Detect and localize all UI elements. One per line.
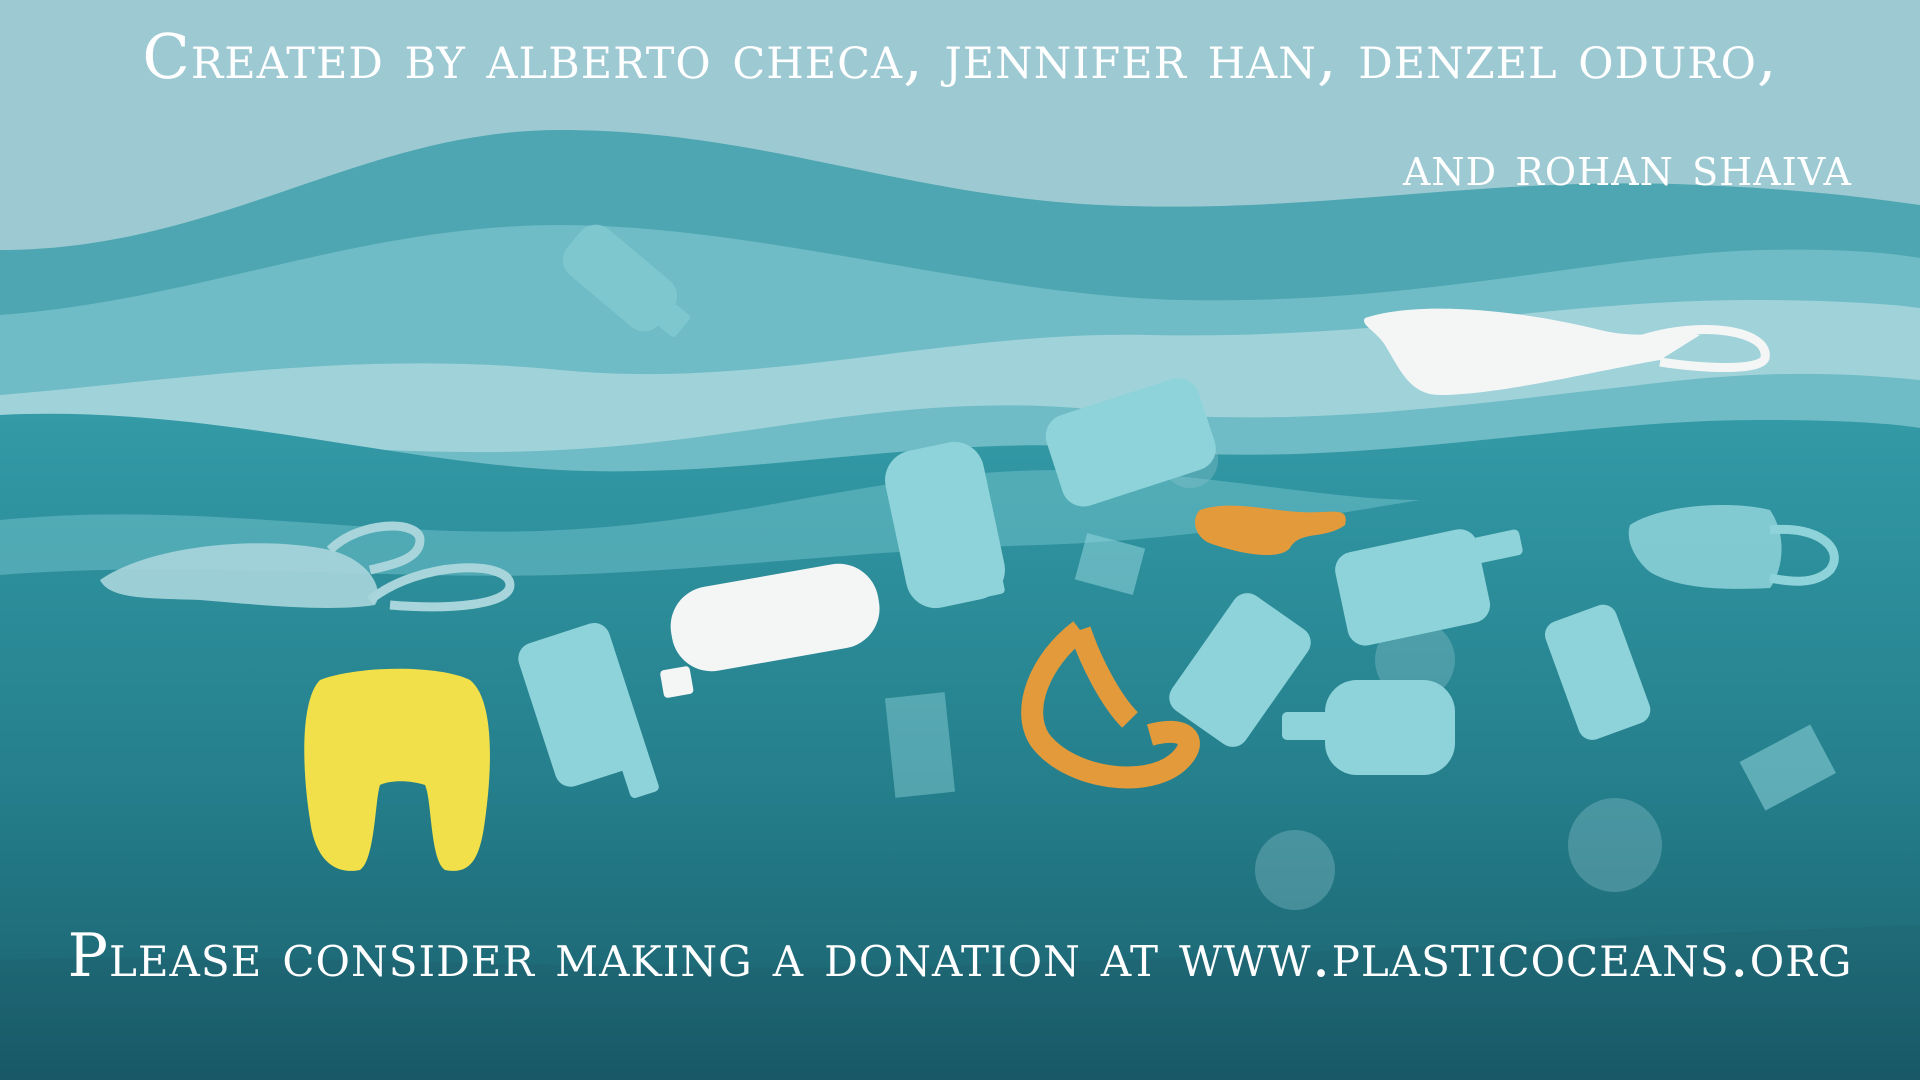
ocean-plastic-title-card: Created by alberto checa, jennifer han, … (0, 0, 1920, 1080)
bubble (1255, 830, 1335, 910)
blue-bottle-low-neck (1282, 712, 1330, 740)
white-bottle-cap (660, 666, 694, 698)
donation-message: Please consider making a donation at www… (67, 921, 1853, 991)
plastic-cup-left (884, 692, 956, 798)
credits-line-2: and rohan shaiva (1402, 135, 1852, 198)
blue-bottle-low (1325, 680, 1455, 775)
bubble (1568, 798, 1662, 892)
credits-line-1: Created by alberto checa, jennifer han, … (142, 20, 1778, 93)
